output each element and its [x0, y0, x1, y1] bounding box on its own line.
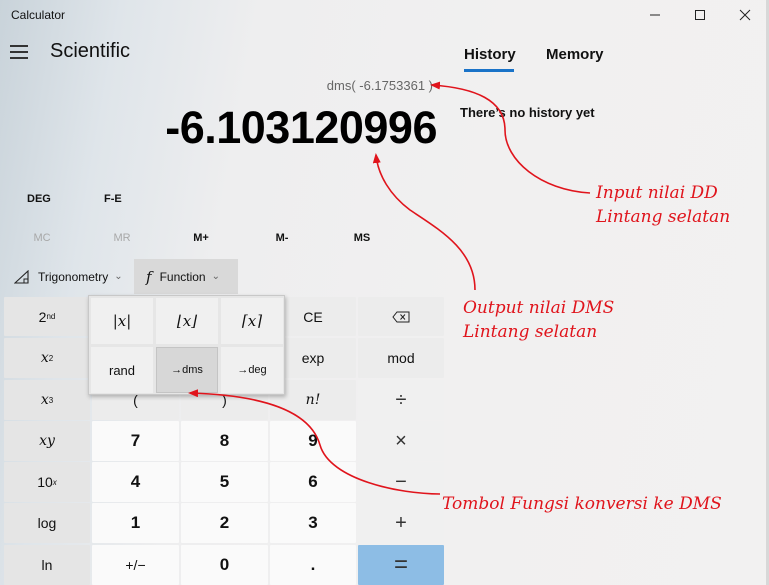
cube-key[interactable]: x3 [4, 380, 90, 420]
fe-button[interactable]: F-E [104, 193, 122, 205]
decimal-key[interactable]: . [270, 545, 356, 585]
maximize-button[interactable] [677, 0, 723, 30]
log-key[interactable]: log [4, 503, 90, 543]
annotation-input: Input nilai DD Lintang selatan [596, 183, 731, 227]
mod-key[interactable]: mod [358, 338, 444, 378]
digit-1-key[interactable]: 1 [92, 503, 179, 543]
close-button[interactable] [722, 0, 768, 30]
triangle-ruler-icon [14, 269, 29, 284]
memory-clear-button[interactable]: MC [2, 232, 82, 244]
memory-add-button[interactable]: M+ [161, 232, 241, 244]
minimize-button[interactable] [632, 0, 678, 30]
digit-3-key[interactable]: 3 [270, 503, 356, 543]
window-title: Calculator [11, 8, 66, 22]
integral-f-icon: f [146, 267, 152, 286]
digit-9-key[interactable]: 9 [270, 421, 356, 461]
memory-recall-button[interactable]: MR [82, 232, 162, 244]
absolute-value-key[interactable]: |x| [91, 298, 153, 344]
subtract-key[interactable]: − [358, 462, 444, 502]
ln-key[interactable]: ln [4, 545, 90, 585]
ceiling-key[interactable]: ⌈x⌉ [221, 298, 283, 344]
trigonometry-dropdown[interactable]: Trigonometry ⌄ [4, 259, 132, 294]
divide-key[interactable]: ÷ [358, 380, 444, 420]
expression-display: dms( -6.1753361 ) [326, 78, 433, 93]
to-dms-key[interactable]: →dms [156, 347, 218, 393]
function-label: Function [159, 269, 206, 284]
power-key[interactable]: xy [4, 421, 90, 461]
tab-history[interactable]: History [464, 46, 516, 63]
equals-key[interactable]: = [358, 545, 444, 585]
digit-5-key[interactable]: 5 [181, 462, 268, 502]
function-flyout: |x| ⌊x⌋ ⌈x⌉ rand →dms →deg [88, 295, 285, 395]
annotation-button: Tombol Fungsi konversi ke DMS [442, 494, 722, 514]
digit-8-key[interactable]: 8 [181, 421, 268, 461]
add-key[interactable]: + [358, 503, 444, 543]
digit-7-key[interactable]: 7 [92, 421, 179, 461]
square-key[interactable]: x2 [4, 338, 90, 378]
annotation-output: Output nilai DMS Lintang selatan [463, 298, 615, 342]
backspace-key[interactable] [358, 297, 444, 336]
digit-0-key[interactable]: 0 [181, 545, 268, 585]
minimize-icon [650, 14, 660, 16]
chevron-down-icon: ⌄ [211, 271, 220, 282]
active-tab-indicator [464, 69, 514, 72]
to-deg-key[interactable]: →deg [221, 347, 283, 393]
output-arrow [372, 153, 476, 291]
maximize-icon [695, 10, 705, 20]
random-key[interactable]: rand [91, 347, 153, 393]
tab-memory[interactable]: Memory [546, 46, 604, 63]
ten-power-key[interactable]: 10 x [4, 462, 90, 502]
chevron-down-icon: ⌄ [114, 271, 123, 282]
floor-key[interactable]: ⌊x⌋ [156, 298, 218, 344]
close-icon [739, 9, 751, 21]
function-dropdown[interactable]: f Function ⌄ [134, 259, 238, 294]
input-arrow [430, 81, 591, 194]
digit-2-key[interactable]: 2 [181, 503, 268, 543]
hamburger-icon[interactable] [10, 45, 28, 59]
calculator-mode-title: Scientific [50, 40, 131, 62]
trigonometry-label: Trigonometry [38, 269, 109, 284]
angle-unit-button[interactable]: DEG [27, 193, 51, 205]
history-empty-message: There’s no history yet [460, 105, 595, 120]
digit-4-key[interactable]: 4 [92, 462, 179, 502]
memory-store-button[interactable]: MS [322, 232, 402, 244]
negate-key[interactable]: +/− [92, 545, 179, 585]
second-function-key[interactable]: 2nd [4, 297, 90, 336]
memory-subtract-button[interactable]: M- [242, 232, 322, 244]
multiply-key[interactable]: × [358, 421, 444, 461]
backspace-icon [392, 311, 410, 322]
result-display: -6.103120996 [165, 102, 437, 153]
digit-6-key[interactable]: 6 [270, 462, 356, 502]
